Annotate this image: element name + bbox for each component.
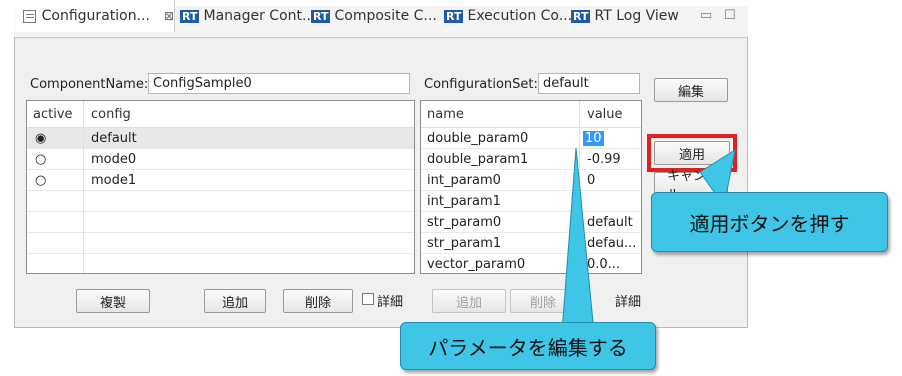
edit-callout: パラメータを編集する bbox=[400, 322, 656, 370]
callout-arrows bbox=[561, 147, 736, 333]
apply-callout: 適用ボタンを押す bbox=[651, 192, 888, 252]
edit-callout-pointer bbox=[561, 147, 595, 333]
